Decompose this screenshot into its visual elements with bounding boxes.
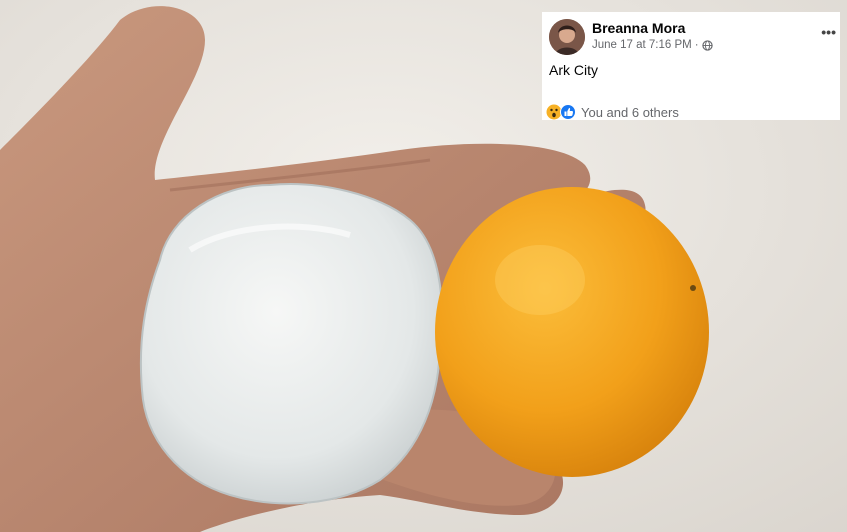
post-meta: June 17 at 7:16 PM · [592,39,713,51]
avatar[interactable] [549,19,585,55]
reactions-summary[interactable]: You and 6 others [546,104,679,120]
globe-icon [701,39,713,51]
orange [435,187,709,477]
post-author-name[interactable]: Breanna Mora [592,20,685,36]
reactions-summary-text: You and 6 others [581,104,679,120]
like-reaction-icon [560,104,576,120]
facebook-post-card: Breanna Mora June 17 at 7:16 PM · ••• Ar… [542,12,840,120]
more-options-button[interactable]: ••• [821,24,836,40]
post-timestamp[interactable]: June 17 at 7:16 PM [592,39,692,51]
meta-separator: · [694,39,699,51]
post-text: Ark City [549,62,598,78]
hailstone [139,183,443,505]
